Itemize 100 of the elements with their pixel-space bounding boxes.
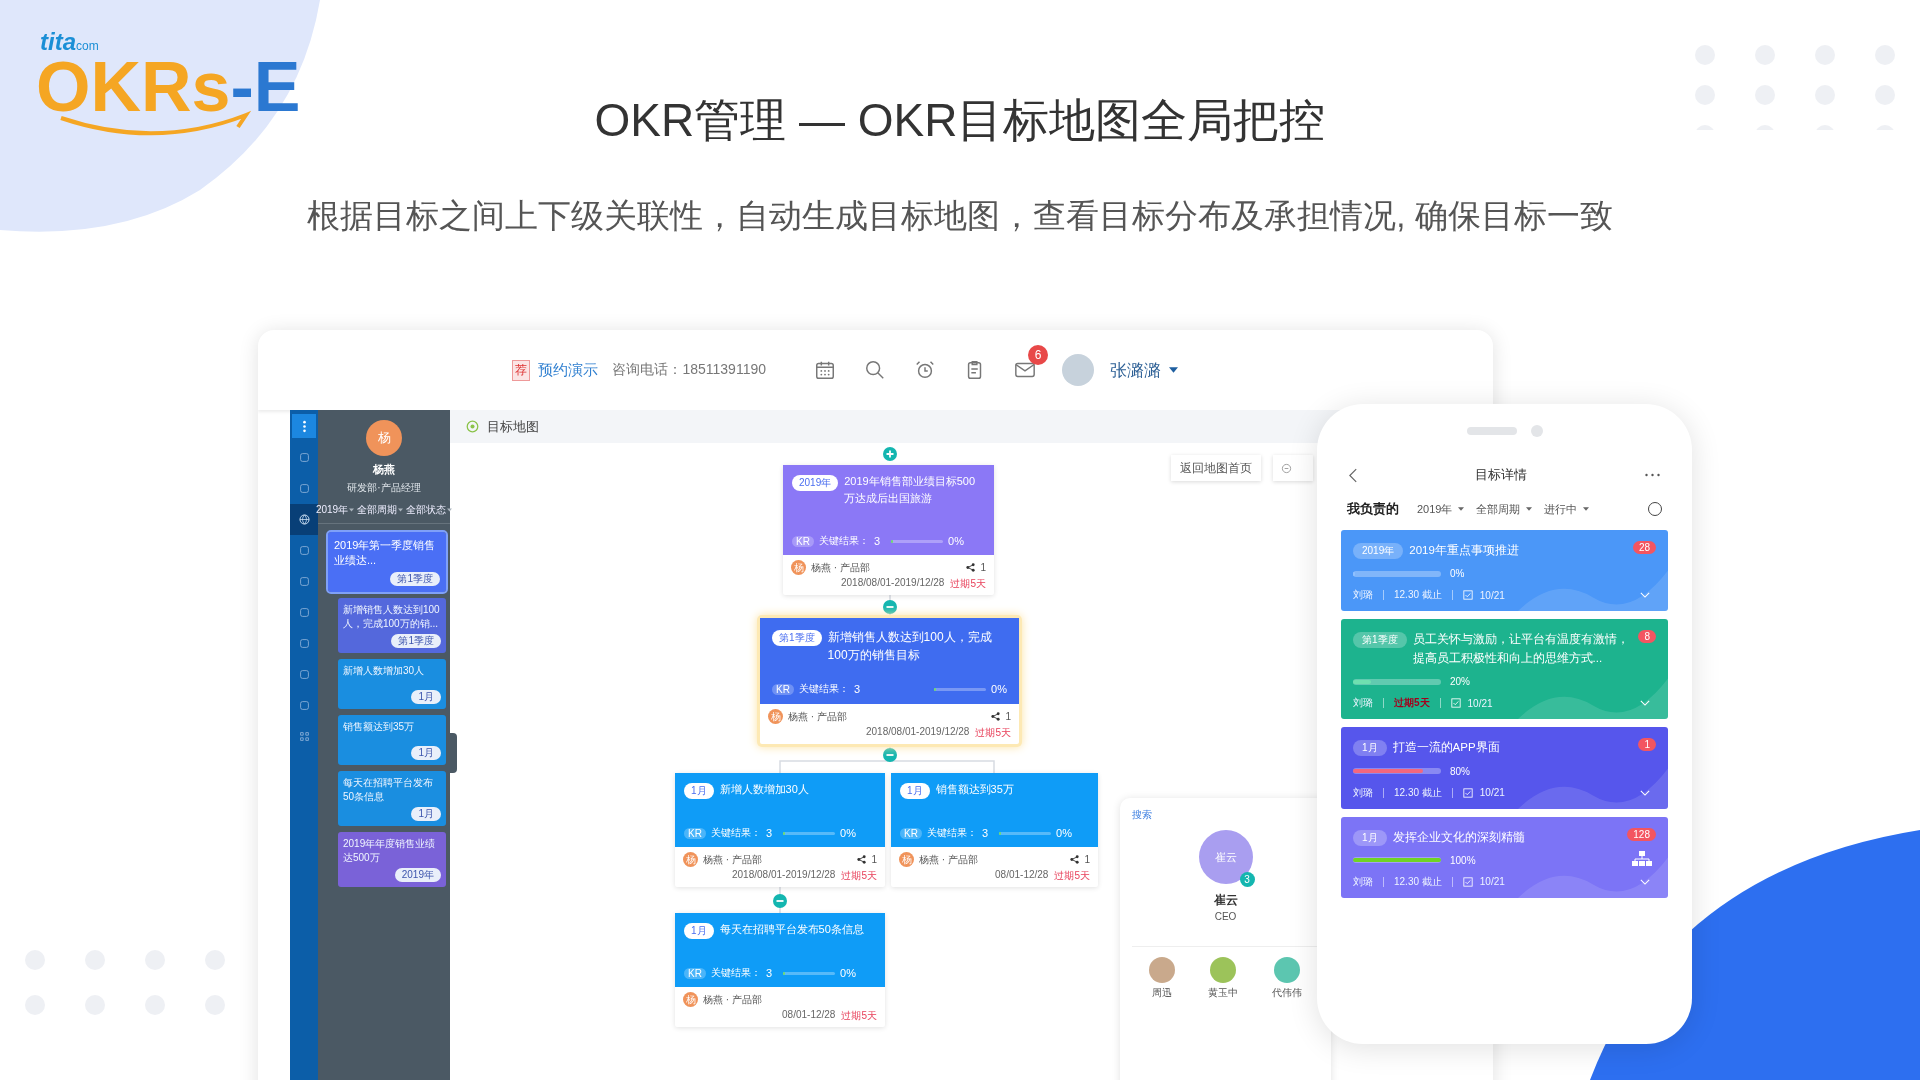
link-count: 1 xyxy=(871,854,877,865)
period-tag: 第1季度 xyxy=(390,571,440,586)
key-results-label: 关键结果： xyxy=(798,682,849,696)
period-tag: 1月 xyxy=(411,806,441,821)
expand-plus-icon[interactable] xyxy=(883,447,897,461)
overdue-label: 过期5天 xyxy=(1054,869,1090,883)
subtitle: 根据目标之间上下级关联性，自动生成目标地图，查看目标分布及承担情况, 确保目标一致 xyxy=(307,196,1613,236)
camera-icon xyxy=(1530,425,1543,437)
goal-list-item[interactable]: 2019年第一季度销售业绩达... 第1季度 xyxy=(328,532,446,592)
collapse-handle[interactable] xyxy=(450,733,457,773)
period-tag: 1月 xyxy=(684,783,714,799)
caret-icon xyxy=(1526,507,1533,511)
user-name[interactable]: 张潞潞 xyxy=(1110,358,1161,382)
caret-icon xyxy=(398,508,404,512)
goal-list-item[interactable]: 销售额达到35万 1月 xyxy=(338,714,446,765)
filter-dropdown[interactable]: 全部状态 xyxy=(406,503,453,517)
collapse-minus-icon[interactable] xyxy=(883,748,897,762)
key-results-label: 关键结果： xyxy=(710,826,761,840)
search-link[interactable]: 搜索 xyxy=(1132,808,1319,822)
collapse-minus-icon[interactable] xyxy=(773,894,787,908)
org-chart-icon[interactable] xyxy=(1632,850,1652,867)
filter-dropdown[interactable]: 全部周期 xyxy=(1476,501,1533,517)
date-range: 08/01-12/28 xyxy=(782,1009,836,1022)
zoom-out-icon[interactable] xyxy=(1281,462,1292,474)
person-name: 崔云 xyxy=(1213,892,1238,909)
goal-title: 发挥企业文化的深刻精髓 xyxy=(1392,829,1526,845)
goal-list-item[interactable]: 新增人数增加30人 1月 xyxy=(338,658,446,709)
task-count: 10/21 xyxy=(1479,589,1505,601)
goal-node[interactable]: 1月 每天在招聘平台发布50条信息 KR 关键结果： 3 0% 杨 杨燕 · 产品部 08/01-12/28 过期5天 xyxy=(675,913,885,1027)
filter-dropdown[interactable]: 2019年 xyxy=(1417,501,1465,517)
goal-title: 2019年重点事项推进 xyxy=(1409,543,1520,558)
goal-title: 新增人数增加30人 xyxy=(719,782,810,797)
kr-badge: KR xyxy=(684,827,706,839)
overdue-label: 过期5天 xyxy=(950,577,986,591)
hotline-text: 咨询电话：18511391190 xyxy=(612,361,766,379)
person-name: 周迅 xyxy=(1151,986,1172,1000)
task-count: 10/21 xyxy=(1479,787,1505,799)
filter-dropdown[interactable]: 全部周期 xyxy=(357,503,404,517)
deadline-label: 过期5天 xyxy=(1394,696,1430,711)
progress-percent: 0% xyxy=(991,683,1007,695)
count-badge: 3 xyxy=(1239,872,1255,887)
key-results-label: 关键结果： xyxy=(818,534,869,548)
period-tag: 1月 xyxy=(1353,829,1387,846)
person-role: CEO xyxy=(1214,911,1237,922)
owner-avatar: 杨 xyxy=(768,709,783,724)
zoom-out-button[interactable] xyxy=(1273,455,1313,481)
search-icon[interactable] xyxy=(864,359,886,381)
owner-name: 杨燕 · 产品部 xyxy=(919,852,979,867)
goal-card[interactable]: 1月 打造一流的APP界面 1 80% 刘璐 12.30 截止 10/21 xyxy=(1341,727,1668,809)
more-icon[interactable] xyxy=(1645,473,1660,477)
person-name: 黄玉中 xyxy=(1208,986,1239,1000)
chevron-down-icon[interactable] xyxy=(1640,592,1650,599)
goal-list-item[interactable]: 新增销售人数达到100人，完成100万的销... 第1季度 xyxy=(338,597,446,653)
share-icon xyxy=(1070,855,1080,864)
filter-dropdown[interactable]: 2019年 xyxy=(315,503,355,517)
owner-name: 刘璐 xyxy=(1353,785,1373,800)
period-tag: 1月 xyxy=(411,745,441,760)
key-results-count: 3 xyxy=(765,967,773,979)
owner-name: 杨燕 · 产品部 xyxy=(788,709,848,724)
period-tag: 2019年 xyxy=(792,475,839,491)
goal-list-item[interactable]: 2019年年度销售业绩达500万 2019年 xyxy=(338,831,446,887)
user-avatar[interactable] xyxy=(1062,354,1094,386)
owner-name: 杨燕 · 产品部 xyxy=(811,560,871,575)
goal-node[interactable]: 1月 销售额达到35万 KR 关键结果： 3 0% 杨 杨燕 · 产品部 1 08/01-12/28 过期5天 xyxy=(891,773,1098,887)
share-icon xyxy=(991,712,1001,721)
alarm-clock-icon[interactable] xyxy=(914,359,936,381)
chevron-down-icon[interactable] xyxy=(1640,700,1650,707)
goal-card[interactable]: 1月 发挥企业文化的深刻精髓 128 100% 刘璐 12.30 截止 10/21 xyxy=(1341,816,1668,898)
target-icon xyxy=(466,420,479,433)
owner-name: 刘璐 xyxy=(1353,588,1373,603)
period-tag: 2019年 xyxy=(394,867,441,882)
caret-icon xyxy=(447,508,453,512)
goal-node[interactable]: 1月 新增人数增加30人 KR 关键结果： 3 0% 杨 杨燕 · 产品部 1 2018/08/01-2019/12/28 过期5天 xyxy=(675,773,885,887)
headline: OKR管理 — OKR目标地图全局把控 xyxy=(594,93,1326,148)
checkbox-icon xyxy=(1450,698,1461,709)
progress-percent: 100% xyxy=(1450,854,1476,866)
demo-link[interactable]: 预约演示 xyxy=(538,360,599,380)
goal-list-item[interactable]: 每天在招聘平台发布50条信息 1月 xyxy=(338,770,446,826)
unread-count-badge: 6 xyxy=(1028,345,1048,365)
checkbox-icon xyxy=(1462,876,1473,887)
collapse-minus-icon[interactable] xyxy=(883,600,897,614)
kr-badge: KR xyxy=(792,535,814,547)
task-count: 10/21 xyxy=(1467,697,1493,709)
goal-title: 每天在招聘平台发布50条信息 xyxy=(719,922,865,937)
share-icon xyxy=(857,855,867,864)
chevron-down-icon[interactable] xyxy=(1640,789,1650,796)
goal-title: 打造一流的APP界面 xyxy=(1392,740,1501,756)
date-range: 2018/08/01-2019/12/28 xyxy=(866,726,970,739)
progress-percent: 20% xyxy=(1450,676,1470,688)
caret-icon[interactable] xyxy=(1169,367,1178,373)
goal-node[interactable]: 第1季度 新增销售人数达到100人，完成100万的销售目标 KR 关键结果： 3 0% 杨 杨燕 · 产品部 1 2018/08/01-2019/12/28 过期5天 xyxy=(760,618,1019,744)
progress-percent: 80% xyxy=(1450,765,1470,777)
chevron-down-icon[interactable] xyxy=(1640,878,1650,885)
calendar-icon[interactable] xyxy=(814,359,836,381)
owner-name: 杨燕 · 产品部 xyxy=(703,852,763,867)
goal-node[interactable]: 2019年 2019年销售部业绩目标500万达成后出国旅游 KR 关键结果： 3 0% 杨 杨燕 · 产品部 1 2018/08/01-2019/12/28 过期5天 xyxy=(783,465,994,595)
rail-button[interactable] xyxy=(292,414,316,438)
filter-dropdown[interactable]: 进行中 xyxy=(1544,501,1590,517)
screen-title: 目标详情 xyxy=(1475,466,1527,484)
back-to-map-home-button[interactable]: 返回地图首页 xyxy=(1171,455,1261,481)
